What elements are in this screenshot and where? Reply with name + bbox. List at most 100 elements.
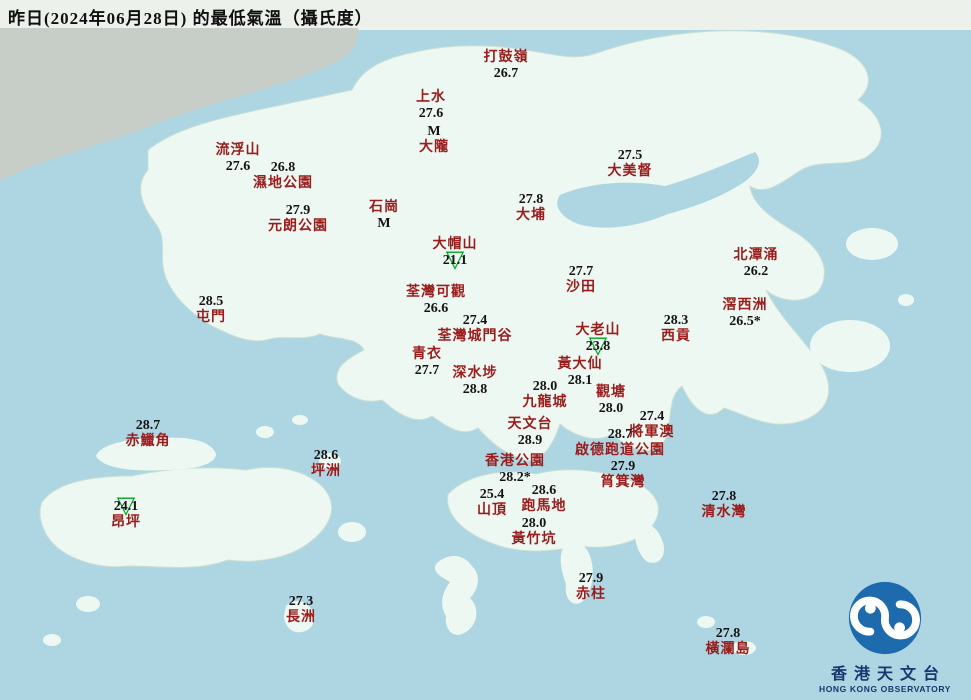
station-value: 27.6	[419, 106, 444, 122]
station-坪洲: 28.6坪洲	[311, 448, 341, 480]
station-value: 27.8	[712, 489, 737, 505]
station-元朗公園: 27.9元朗公園	[268, 203, 328, 235]
island	[256, 426, 274, 438]
station-value: 28.0	[533, 379, 558, 395]
station-value: 28.6	[532, 483, 557, 499]
station-上水: 上水27.6	[416, 90, 446, 122]
hko-logo: 香港天文台 HONG KONG OBSERVATORY	[805, 579, 965, 694]
station-value: 28.6	[314, 448, 339, 464]
station-value: M	[427, 124, 440, 140]
island	[810, 320, 890, 372]
station-name: 濕地公園	[253, 176, 313, 192]
station-name: 觀塘	[596, 385, 626, 401]
station-name: 長洲	[286, 610, 316, 626]
station-昂坪: ▽24.1昂坪	[111, 499, 141, 531]
station-value: 26.8	[271, 160, 296, 176]
station-name: 流浮山	[216, 143, 261, 159]
island	[338, 522, 366, 542]
station-name: 上水	[416, 90, 446, 106]
station-長洲: 27.3長洲	[286, 594, 316, 626]
station-西貢: 28.3西貢	[661, 313, 691, 345]
station-name: 青衣	[412, 347, 442, 363]
weather-map-page: 昨日(2024年06月28日) 的最低氣溫（攝氏度） 打鼓嶺26.7上水27.6…	[0, 0, 971, 700]
station-value: ▽24.1	[114, 499, 139, 515]
station-大埔: 27.8大埔	[516, 192, 546, 224]
island	[740, 336, 772, 360]
hko-logo-text-zh: 香港天文台	[805, 660, 965, 684]
station-value: 27.8	[519, 192, 544, 208]
station-大美督: 27.5大美督	[608, 148, 653, 180]
station-沙田: 27.7沙田	[566, 264, 596, 296]
station-天文台: 天文台28.9	[508, 417, 553, 449]
station-name: 滘西洲	[723, 298, 768, 314]
station-石崗: 石崗M	[369, 200, 399, 232]
station-value: 27.9	[286, 203, 311, 219]
station-大老山: 大老山▽23.8	[576, 323, 621, 355]
station-name: 深水埗	[453, 366, 498, 382]
station-value: ▽21.1	[443, 253, 468, 269]
station-name: 沙田	[566, 280, 596, 296]
station-跑馬地: 28.6跑馬地	[522, 483, 567, 515]
station-橫瀾島: 27.8橫瀾島	[706, 626, 751, 658]
station-大帽山: 大帽山▽21.1	[433, 237, 478, 269]
station-value: 27.9	[611, 459, 636, 475]
station-value: 28.3	[664, 313, 689, 329]
station-value: 26.7	[494, 66, 519, 82]
station-name: 啟德跑道公園	[575, 443, 665, 459]
station-value: 28.0	[522, 516, 547, 532]
station-name: 元朗公園	[268, 219, 328, 235]
station-name: 大美督	[608, 164, 653, 180]
station-value: 26.5*	[729, 314, 761, 330]
station-name: 石崗	[369, 200, 399, 216]
station-name: 山頂	[477, 503, 507, 519]
station-深水埗: 深水埗28.8	[453, 366, 498, 398]
station-清水灣: 27.8清水灣	[702, 489, 747, 521]
station-name: 大埔	[516, 208, 546, 224]
station-name: 清水灣	[702, 505, 747, 521]
station-name: 九龍城	[523, 395, 568, 411]
island	[898, 294, 914, 306]
station-北潭涌: 北潭涌26.2	[734, 248, 779, 280]
land-lantau-island	[40, 467, 332, 567]
station-name: 西貢	[661, 329, 691, 345]
station-name: 赤柱	[576, 587, 606, 603]
station-赤柱: 27.9赤柱	[576, 571, 606, 603]
station-value: 26.2	[744, 264, 769, 280]
station-value: 28.7	[608, 427, 633, 443]
station-value: 28.1	[568, 373, 593, 389]
station-九龍城: 28.0九龍城	[523, 379, 568, 411]
station-value: 27.9	[579, 571, 604, 587]
station-黃竹坑: 28.0黃竹坑	[512, 516, 557, 548]
station-滘西洲: 滘西洲26.5*	[723, 298, 768, 330]
station-name: 筲箕灣	[601, 475, 646, 491]
station-name: 荃灣城門谷	[438, 329, 513, 345]
page-title: 昨日(2024年06月28日) 的最低氣溫（攝氏度）	[8, 4, 373, 29]
station-啟德跑道公園: 28.7啟德跑道公園	[575, 427, 665, 459]
station-濕地公園: 26.8濕地公園	[253, 160, 313, 192]
station-value: 27.6	[226, 159, 251, 175]
station-value: 27.7	[569, 264, 594, 280]
station-name: 黃大仙	[558, 357, 603, 373]
station-value: 27.3	[289, 594, 314, 610]
island	[76, 596, 100, 612]
station-name: 屯門	[196, 310, 226, 326]
station-value: 28.7	[136, 418, 161, 434]
station-name: 黃竹坑	[512, 532, 557, 548]
station-name: 荃灣可觀	[406, 285, 466, 301]
station-赤鱲角: 28.7赤鱲角	[126, 418, 171, 450]
station-荃灣城門谷: 27.4荃灣城門谷	[438, 313, 513, 345]
station-觀塘: 觀塘28.0	[596, 385, 626, 417]
station-name: 香港公園	[485, 454, 545, 470]
station-山頂: 25.4山頂	[477, 487, 507, 519]
station-value: 28.0	[599, 401, 624, 417]
station-name: 大隴	[419, 140, 449, 156]
station-value: 27.7	[415, 363, 440, 379]
station-value: 28.9	[518, 433, 543, 449]
station-value: 27.5	[618, 148, 643, 164]
station-大隴: M大隴	[419, 124, 449, 156]
station-name: 赤鱲角	[126, 434, 171, 450]
station-value: 25.4	[480, 487, 505, 503]
station-name: 橫瀾島	[706, 642, 751, 658]
hko-emblem-icon	[846, 579, 924, 657]
station-name: 北潭涌	[734, 248, 779, 264]
